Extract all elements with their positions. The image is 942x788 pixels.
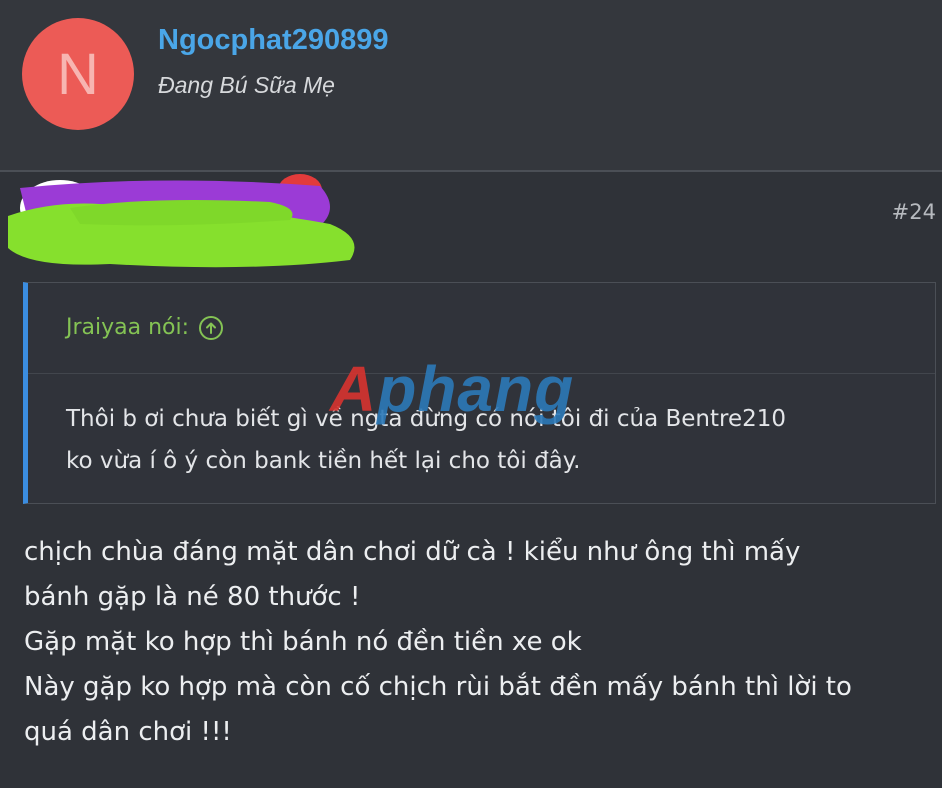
user-title: Đang Bú Sữa Mẹ xyxy=(158,72,335,98)
post-line: quá dân chơi !!! xyxy=(24,717,232,747)
redaction-scribble xyxy=(8,174,355,268)
watermark-text: phang xyxy=(377,353,575,425)
username-link[interactable]: Ngocphat290899 xyxy=(158,24,389,57)
post-line: bánh gặp là né 80 thước ! xyxy=(24,582,361,612)
arrow-up-circle-icon[interactable] xyxy=(199,315,224,340)
post-number-link[interactable]: #24 xyxy=(892,200,936,224)
quote-line: ko vừa í ô ý còn bank tiền hết lại cho t… xyxy=(66,448,581,474)
quote-author-link[interactable]: Jraiyaa nói: xyxy=(66,315,224,340)
post-line: chịch chùa đáng mặt dân chơi dữ cà ! kiể… xyxy=(24,537,801,567)
watermark-logo: Aphang xyxy=(330,352,574,426)
watermark-letter: A xyxy=(330,353,378,425)
avatar[interactable]: N xyxy=(22,18,134,130)
post-line: Này gặp ko hợp mà còn cố chịch rùi bắt đ… xyxy=(24,672,852,702)
avatar-letter: N xyxy=(57,41,99,107)
post-body: chịch chùa đáng mặt dân chơi dữ cà ! kiể… xyxy=(24,530,934,755)
post-line: Gặp mặt ko hợp thì bánh nó đền tiền xe o… xyxy=(24,627,582,657)
quote-author-name: Jraiyaa nói: xyxy=(66,315,190,340)
user-header: N Ngocphat290899 Đang Bú Sữa Mẹ xyxy=(0,0,942,172)
